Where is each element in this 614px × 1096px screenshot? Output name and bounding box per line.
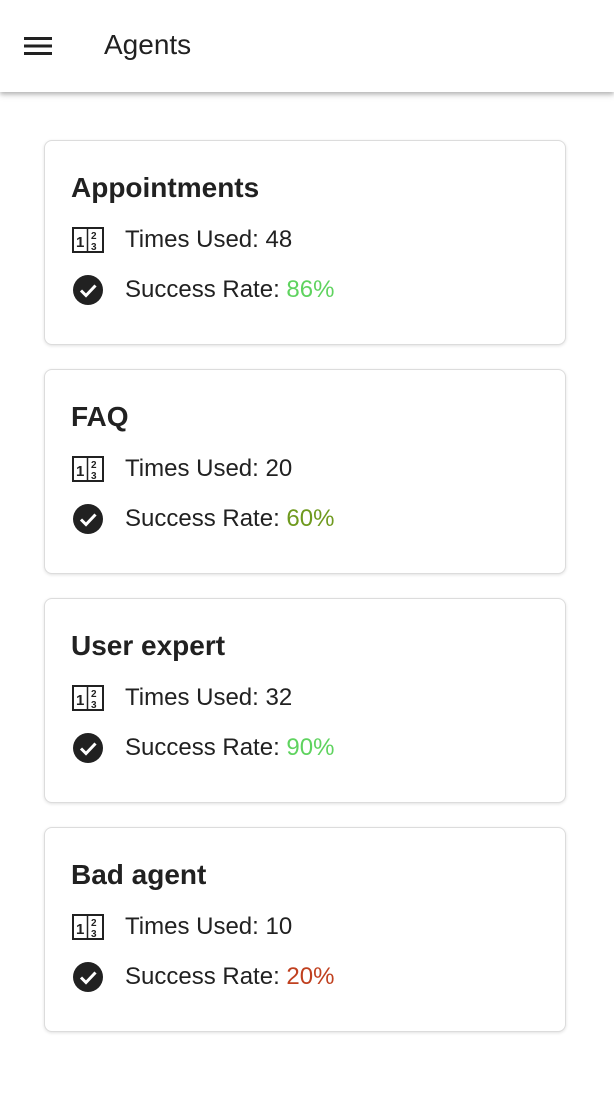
agent-card-bad-agent[interactable]: Bad agent 1 2 3 Times Used: 10 Success R…: [44, 827, 566, 1032]
check-circle-icon: [71, 731, 105, 765]
success-rate-value: 90%: [286, 734, 335, 761]
numbers-icon: 1 2 3: [71, 910, 105, 944]
success-rate-row: Success Rate: 86%: [71, 273, 334, 307]
times-used-value: 10: [265, 913, 293, 940]
svg-text:3: 3: [91, 929, 97, 940]
success-rate-text: Success Rate: 60%: [125, 505, 335, 532]
svg-text:1: 1: [76, 921, 84, 938]
times-used-row: 1 2 3 Times Used: 20: [71, 452, 292, 486]
success-rate-text: Success Rate: 20%: [125, 963, 335, 990]
check-circle-icon: [71, 960, 105, 994]
times-used-text: Times Used: 10: [125, 913, 293, 940]
success-rate-row: Success Rate: 20%: [71, 960, 334, 994]
success-rate-value: 60%: [286, 505, 335, 532]
agent-name: User expert: [71, 630, 226, 661]
svg-text:3: 3: [91, 242, 97, 253]
agent-card-faq[interactable]: FAQ 1 2 3 Times Used: 20 Success Rate: 6…: [44, 369, 566, 574]
agent-card-user-expert[interactable]: User expert 1 2 3 Times Used: 32 Success…: [44, 598, 566, 803]
agent-card-appointments[interactable]: Appointments 1 2 3 Times Used: 48 Succes…: [44, 140, 566, 345]
numbers-icon: 1 2 3: [71, 681, 105, 715]
success-rate-row: Success Rate: 60%: [71, 502, 334, 536]
menu-button[interactable]: [18, 26, 58, 66]
times-used-row: 1 2 3 Times Used: 48: [71, 223, 292, 257]
success-rate-row: Success Rate: 90%: [71, 731, 334, 765]
times-used-value: 20: [265, 455, 293, 482]
agent-card-list: Appointments 1 2 3 Times Used: 48 Succes…: [44, 140, 566, 1056]
times-used-row: 1 2 3 Times Used: 32: [71, 681, 292, 715]
svg-text:1: 1: [76, 692, 84, 709]
agent-name: Appointments: [71, 172, 260, 203]
app-bar: Agents: [0, 0, 614, 92]
agent-name: FAQ: [71, 401, 129, 432]
svg-text:2: 2: [91, 918, 97, 929]
times-used-value: 48: [265, 226, 293, 253]
svg-text:2: 2: [91, 231, 97, 242]
check-circle-icon: [71, 273, 105, 307]
times-used-text: Times Used: 20: [125, 455, 293, 482]
svg-text:3: 3: [91, 700, 97, 711]
page-title: Agents: [104, 29, 192, 60]
success-rate-value: 86%: [286, 276, 335, 303]
check-circle-icon: [71, 502, 105, 536]
svg-text:1: 1: [76, 463, 84, 480]
success-rate-value: 20%: [286, 963, 335, 990]
svg-text:2: 2: [91, 460, 97, 471]
menu-icon: [24, 37, 52, 55]
times-used-row: 1 2 3 Times Used: 10: [71, 910, 292, 944]
svg-text:3: 3: [91, 471, 97, 482]
numbers-icon: 1 2 3: [71, 223, 105, 257]
svg-text:2: 2: [91, 689, 97, 700]
agent-name: Bad agent: [71, 859, 207, 890]
svg-text:1: 1: [76, 234, 84, 251]
times-used-text: Times Used: 32: [125, 684, 293, 711]
success-rate-text: Success Rate: 86%: [125, 276, 335, 303]
numbers-icon: 1 2 3: [71, 452, 105, 486]
times-used-value: 32: [265, 684, 293, 711]
times-used-text: Times Used: 48: [125, 226, 293, 253]
success-rate-text: Success Rate: 90%: [125, 734, 335, 761]
